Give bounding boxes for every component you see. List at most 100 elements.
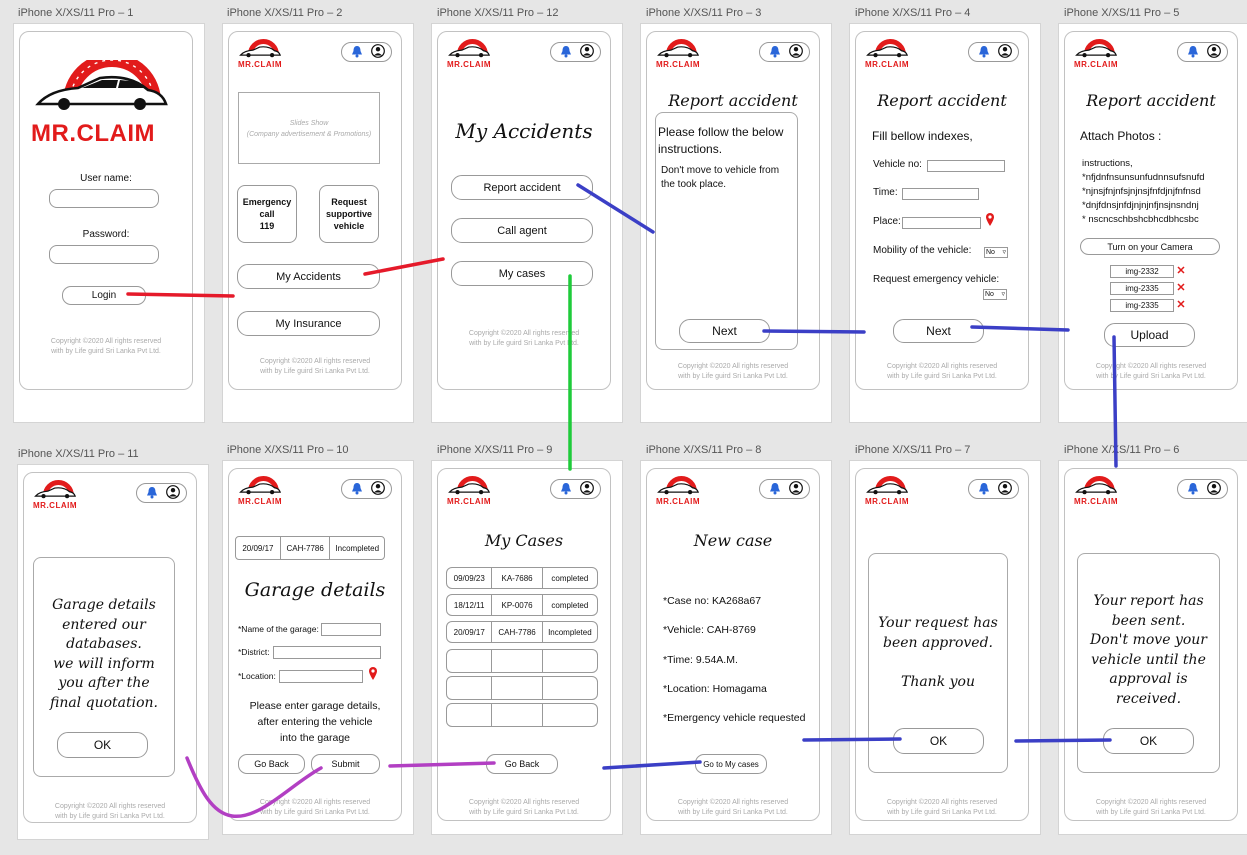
turn-on-camera-button[interactable]: Turn on your Camera [1080,238,1220,255]
district-input[interactable] [273,646,381,659]
user-profile-icon[interactable] [580,481,594,495]
my-accidents-button[interactable]: My Accidents [237,264,380,289]
user-profile-icon[interactable] [1207,44,1221,58]
call-agent-button[interactable]: Call agent [451,218,593,243]
header-icons [550,42,601,62]
case-row[interactable]: 20/09/17 CAH-7786 Incompleted [446,621,598,643]
go-back-button[interactable]: Go Back [238,754,305,774]
notification-bell-icon[interactable] [146,486,158,499]
image-item[interactable]: img-2335 [1110,299,1174,312]
remove-image-icon[interactable]: ✕ [1176,266,1186,277]
user-profile-icon[interactable] [1207,481,1221,495]
frame-label-4: iPhone X/XS/11 Pro – 4 [855,7,971,19]
case-vehicle: KP-0076 [492,595,543,615]
fill-instruction: Fill bellow indexes, [872,129,973,143]
image-item[interactable]: img-2335 [1110,282,1174,295]
garage-name-input[interactable] [321,623,381,636]
slideshow-banner[interactable]: Slides Show (Company advertisement & Pro… [238,92,380,164]
notification-bell-icon[interactable] [1187,482,1199,495]
password-input[interactable] [49,245,159,264]
header-icons [759,479,810,499]
case-vehicle: KA-7686 [492,568,543,588]
logo-text: MR.CLAIM [33,501,77,510]
time-input[interactable] [902,188,979,200]
location-pin-icon[interactable] [368,666,378,681]
location-pin-icon[interactable] [985,212,995,227]
case-row[interactable]: 18/12/11 KP-0076 completed [446,594,598,616]
user-profile-icon[interactable] [371,44,385,58]
header-icons [550,479,601,499]
upload-button[interactable]: Upload [1104,323,1195,347]
notification-bell-icon[interactable] [351,45,363,58]
artboard-2: MR.CLAIM Slides Show (Company advertisem… [222,23,414,423]
vehicle-no-input[interactable] [927,160,1005,172]
case-row-empty[interactable] [446,649,598,673]
notification-bell-icon[interactable] [560,482,572,495]
phone-new-case: MR.CLAIM New case *Case no: KA268a67 *Ve… [646,468,820,821]
copyright: Copyright ©2020 All rights reserved with … [886,363,998,380]
notification-bell-icon[interactable] [978,45,990,58]
case-emergency: *Emergency vehicle requested [663,712,806,724]
case-date: 20/09/17 [447,622,493,642]
mobility-select[interactable]: No ▿ [984,247,1008,258]
header-icons [759,42,810,62]
notification-bell-icon[interactable] [1187,45,1199,58]
go-back-button[interactable]: Go Back [486,754,558,774]
user-profile-icon[interactable] [166,485,180,499]
image-item[interactable]: img-2332 [1110,265,1174,278]
approval-dialog: Your request has been approved. Thank yo… [868,553,1008,773]
case-vehicle: *Vehicle: CAH-8769 [663,624,756,636]
user-profile-icon[interactable] [789,44,803,58]
location-input[interactable] [279,670,363,683]
request-vehicle-select[interactable]: No ▿ [983,289,1007,300]
remove-image-icon[interactable]: ✕ [1176,300,1186,311]
copyright: Copyright ©2020 All rights reserved with … [468,330,580,347]
notification-bell-icon[interactable] [351,482,363,495]
place-input[interactable] [902,217,981,229]
emergency-call-button[interactable]: Emergency call 119 [237,185,297,243]
frame-label-5: iPhone X/XS/11 Pro – 5 [1064,7,1180,19]
copyright: Copyright ©2020 All rights reserved with … [886,799,998,816]
user-profile-icon[interactable] [580,44,594,58]
report-accident-button[interactable]: Report accident [451,175,593,200]
phone-login: MR.CLAIM User name: Password: Login Copy… [19,31,193,390]
note-line-1: Don't move to vehicle from [661,165,780,176]
request-vehicle-button[interactable]: Request supportive vehicle [319,185,379,243]
my-insurance-button[interactable]: My Insurance [237,311,380,336]
case-date: 20/09/17 [236,537,281,559]
note-line-1: Please enter garage details, [249,700,381,712]
notification-bell-icon[interactable] [769,482,781,495]
page-title: New case [693,531,773,550]
note-line-2: after entering the vehicle [257,716,373,728]
user-profile-icon[interactable] [371,481,385,495]
ok-button[interactable]: OK [893,728,984,754]
frame-label-8: iPhone X/XS/11 Pro – 8 [646,444,762,456]
next-button[interactable]: Next [893,319,984,343]
login-button[interactable]: Login [62,286,146,305]
user-profile-icon[interactable] [998,481,1012,495]
attach-photos-label: Attach Photos : [1080,129,1162,143]
ok-button[interactable]: OK [57,732,148,758]
user-profile-icon[interactable] [998,44,1012,58]
user-profile-icon[interactable] [789,481,803,495]
case-row[interactable]: 09/09/23 KA-7686 completed [446,567,598,589]
notification-bell-icon[interactable] [978,482,990,495]
logo-text: MR.CLAIM [1074,60,1118,69]
go-to-my-cases-button[interactable]: Go to My cases [695,754,767,774]
case-row-empty[interactable] [446,676,598,700]
notification-bell-icon[interactable] [769,45,781,58]
case-row-empty[interactable] [446,703,598,727]
header-icons [968,42,1019,62]
my-cases-button[interactable]: My cases [451,261,593,286]
frame-label-7: iPhone X/XS/11 Pro – 7 [855,444,971,456]
submit-button[interactable]: Submit [311,754,380,774]
ok-button[interactable]: OK [1103,728,1194,754]
confirmation-dialog: Garage details entered our databases. we… [33,557,175,777]
next-button[interactable]: Next [679,319,770,343]
case-row[interactable]: 20/09/17 CAH-7786 Incompleted [235,536,385,560]
username-input[interactable] [49,189,159,208]
phone-garage-details: MR.CLAIM 20/09/17 CAH-7786 Incompleted G… [228,468,402,821]
notification-bell-icon[interactable] [560,45,572,58]
artboard-4: MR.CLAIM Report accident Fill bellow ind… [849,23,1041,423]
remove-image-icon[interactable]: ✕ [1176,283,1186,294]
